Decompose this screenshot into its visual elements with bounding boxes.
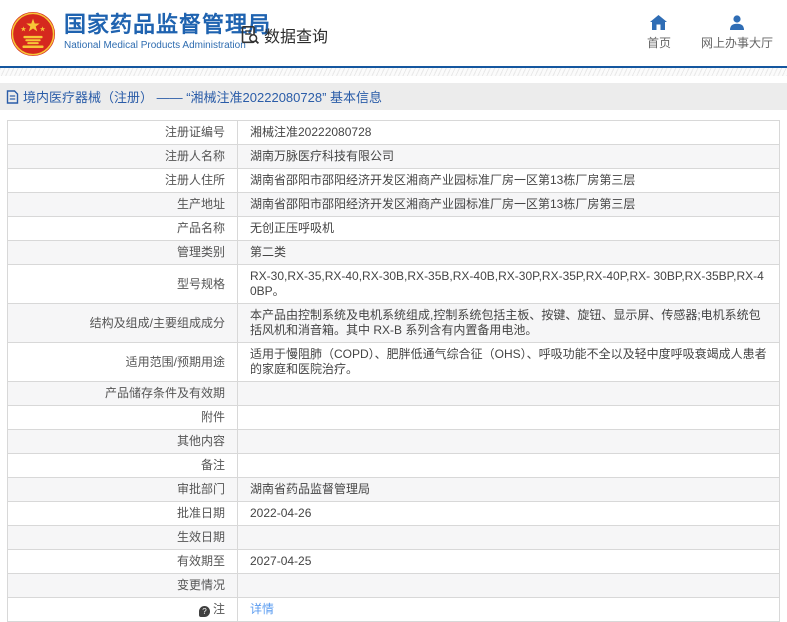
row-label: 其他内容 [7,429,238,454]
row-label: 结构及组成/主要组成成分 [7,303,238,343]
row-label: 审批部门 [7,477,238,502]
row-value: 详情 [237,597,780,622]
breadcrumb-text: 境内医疗器械（注册） —— “湘械注准20222080728” 基本信息 [23,90,383,105]
table-row: 型号规格 RX-30,RX-35,RX-40,RX-30B,RX-35B,RX-… [7,264,780,304]
row-value: 本产品由控制系统及电机系统组成,控制系统包括主板、按键、旋钮、显示屏、传感器;电… [237,303,780,343]
row-value: 湖南省邵阳市邵阳经济开发区湘商产业园标准厂房一区第13栋厂房第三层 [237,168,780,193]
site-header: 国家药品监督管理局 National Medical Products Admi… [0,0,787,68]
header-hatch-strip [0,68,787,76]
row-value [237,405,780,430]
row-label: 生效日期 [7,525,238,550]
row-value [237,573,780,598]
registration-info-table: 注册证编号 湘械注准20222080728 注册人名称 湖南万脉医疗科技有限公司… [7,120,780,622]
note-icon [198,606,210,617]
table-row: 批准日期 2022-04-26 [7,501,780,526]
row-value: 适用于慢阻肺（COPD）、肥胖低通气综合征（OHS）、呼吸功能不全以及轻中度呼吸… [237,342,780,382]
breadcrumb: 境内医疗器械（注册） —— “湘械注准20222080728” 基本信息 [0,83,787,110]
table-row: 变更情况 [7,573,780,598]
home-icon [650,15,668,30]
row-label: 产品储存条件及有效期 [7,381,238,406]
row-label: 生产地址 [7,192,238,217]
table-row: 生产地址 湖南省邵阳市邵阳经济开发区湘商产业园标准厂房一区第13栋厂房第三层 [7,192,780,217]
row-value: 湖南省邵阳市邵阳经济开发区湘商产业园标准厂房一区第13栋厂房第三层 [237,192,780,217]
row-value: 湘械注准20222080728 [237,120,780,145]
table-row: 注册人名称 湖南万脉医疗科技有限公司 [7,144,780,169]
table-row: 产品储存条件及有效期 [7,381,780,406]
nav-item-home[interactable]: 首页 [647,15,671,51]
data-query-section[interactable]: 数据查询 [240,23,328,47]
data-query-label: 数据查询 [264,29,329,46]
row-label: 注 [7,597,238,622]
row-label: 附件 [7,405,238,430]
row-label: 适用范围/预期用途 [7,342,238,382]
registration-info: 注册证编号 湘械注准20222080728 注册人名称 湖南万脉医疗科技有限公司… [7,120,780,622]
table-row: 生效日期 [7,525,780,550]
row-value [237,453,780,478]
document-icon [6,89,19,104]
row-value: 2022-04-26 [237,501,780,526]
row-label: 产品名称 [7,216,238,241]
row-value: 无创正压呼吸机 [237,216,780,241]
user-icon [729,15,744,30]
top-nav: 首页 网上办事大厅 [647,15,773,51]
detail-link[interactable]: 详情 [250,602,274,616]
table-row: 产品名称 无创正压呼吸机 [7,216,780,241]
national-emblem-logo [10,11,56,57]
row-label: 有效期至 [7,549,238,574]
row-value: RX-30,RX-35,RX-40,RX-30B,RX-35B,RX-40B,R… [237,264,780,304]
table-row: 注册人住所 湖南省邵阳市邵阳经济开发区湘商产业园标准厂房一区第13栋厂房第三层 [7,168,780,193]
table-row: 结构及组成/主要组成成分 本产品由控制系统及电机系统组成,控制系统包括主板、按键… [7,303,780,343]
row-label: 型号规格 [7,264,238,304]
row-label: 批准日期 [7,501,238,526]
nav-home-label: 首页 [646,36,671,50]
row-label: 注册人住所 [7,168,238,193]
row-value: 湖南省药品监督管理局 [237,477,780,502]
table-row: 适用范围/预期用途 适用于慢阻肺（COPD）、肥胖低通气综合征（OHS）、呼吸功… [7,342,780,382]
row-label: 管理类别 [7,240,238,265]
row-value: 2027-04-25 [237,549,780,574]
table-row: 注册证编号 湘械注准20222080728 [7,120,780,145]
table-row: 附件 [7,405,780,430]
table-row: 审批部门 湖南省药品监督管理局 [7,477,780,502]
table-row: 管理类别 第二类 [7,240,780,265]
row-value [237,381,780,406]
nav-service-hall-label: 网上办事大厅 [700,36,773,50]
document-search-icon [241,25,260,45]
row-value [237,429,780,454]
row-label: 注册人名称 [7,144,238,169]
row-value: 湖南万脉医疗科技有限公司 [237,144,780,169]
nav-item-service-hall[interactable]: 网上办事大厅 [701,15,773,51]
table-row: 注 详情 [7,597,780,622]
table-row: 其他内容 [7,429,780,454]
row-label: 变更情况 [7,573,238,598]
row-label: 注册证编号 [7,120,238,145]
table-row: 备注 [7,453,780,478]
row-value: 第二类 [237,240,780,265]
row-value [237,525,780,550]
row-label: 备注 [7,453,238,478]
table-row: 有效期至 2027-04-25 [7,549,780,574]
